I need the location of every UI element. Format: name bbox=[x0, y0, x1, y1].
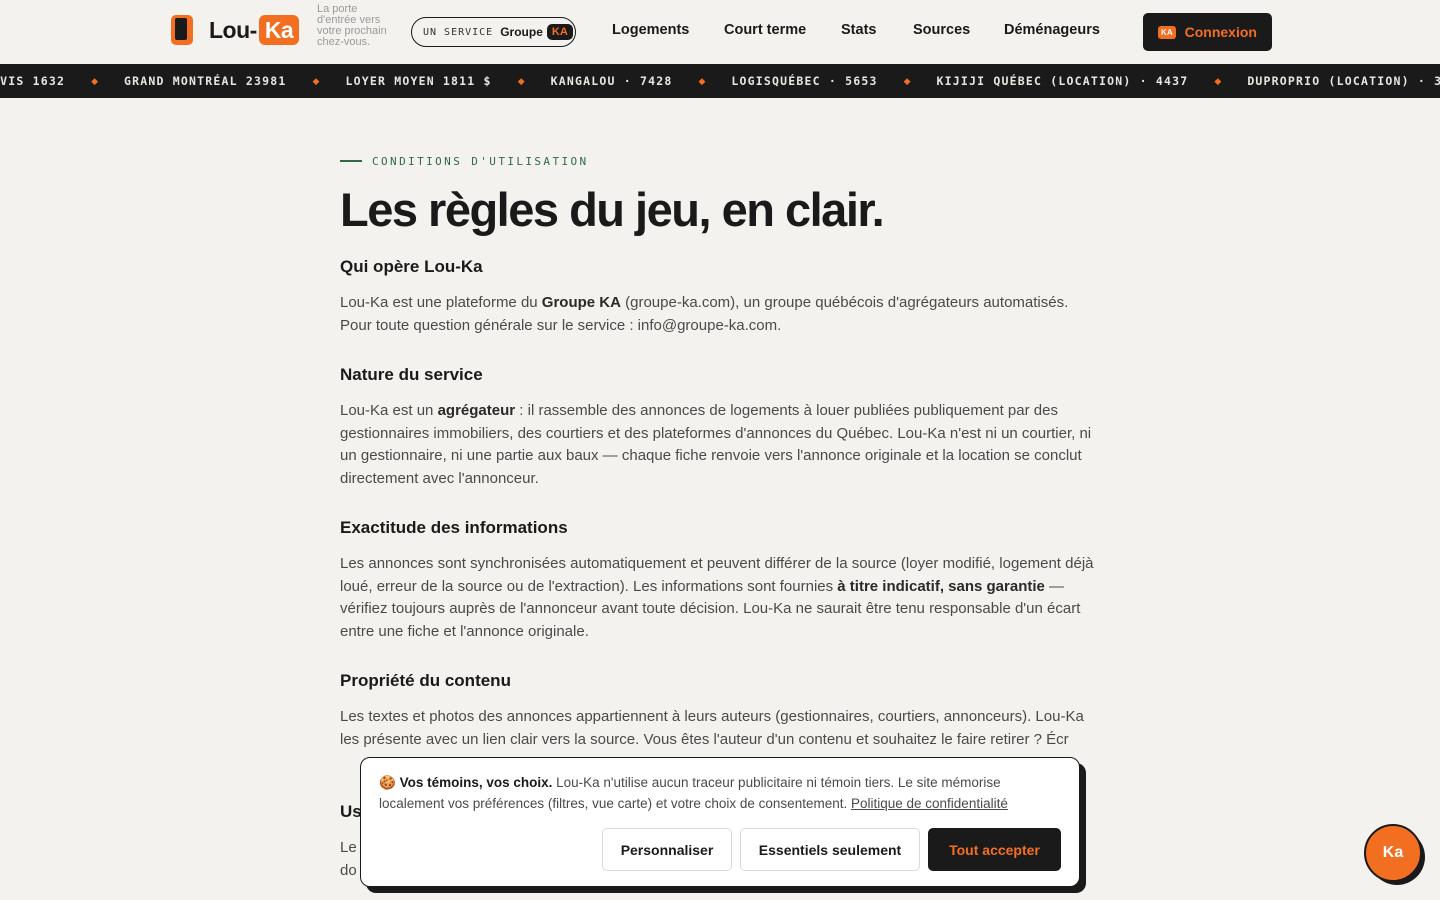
service-label: UN SERVICE bbox=[423, 26, 494, 38]
section-paragraph: Les annonces sont synchronisées automati… bbox=[340, 553, 1100, 643]
top-header: Lou- Ka La porte d'entrée vers votre pro… bbox=[0, 0, 1440, 64]
nav-logements[interactable]: Logements bbox=[612, 22, 689, 38]
brand-prefix: Lou- bbox=[209, 16, 257, 43]
diamond-icon: ◆ bbox=[1214, 75, 1222, 86]
nav-stats[interactable]: Stats bbox=[841, 22, 876, 38]
page-title: Les règles du jeu, en clair. bbox=[340, 183, 885, 236]
nav-sources[interactable]: Sources bbox=[913, 22, 970, 38]
ticker-item: GRAND MONTRÉAL 23981 bbox=[124, 74, 287, 88]
nav-demenageurs[interactable]: Déménageurs bbox=[1004, 22, 1100, 38]
text: Lou-Ka est une plateforme du bbox=[340, 294, 542, 311]
section-accuracy: Exactitude des informations Les annonces… bbox=[340, 518, 1100, 643]
stats-ticker: ÉVIS 1632 ◆ GRAND MONTRÉAL 23981 ◆ LOYER… bbox=[0, 64, 1440, 98]
eyebrow-line bbox=[340, 160, 362, 162]
ticker-item: KANGALOU · 7428 bbox=[550, 74, 673, 88]
diamond-icon: ◆ bbox=[312, 75, 320, 86]
eyebrow: CONDITIONS D'UTILISATION bbox=[340, 150, 1100, 172]
section-content-ownership: Propriété du contenu Les textes et photo… bbox=[340, 671, 1100, 751]
phone-logo-icon bbox=[171, 15, 193, 45]
section-heading: Propriété du contenu bbox=[340, 671, 511, 690]
groupe-ka-service-pill[interactable]: UN SERVICE Groupe KA bbox=[411, 17, 576, 47]
cookie-title: Vos témoins, vos choix. bbox=[399, 775, 553, 790]
section-nature: Nature du service Lou-Ka est un agrégate… bbox=[340, 365, 1100, 490]
login-badge: KA bbox=[1158, 25, 1176, 39]
login-label: Connexion bbox=[1184, 24, 1257, 40]
ticker-item: DUPROPRIO (LOCATION) · 3592 bbox=[1247, 74, 1440, 88]
terms-content: CONDITIONS D'UTILISATION Les règles du j… bbox=[340, 150, 1100, 238]
email-link[interactable]: info@groupe-ka.com bbox=[638, 317, 777, 334]
cookie-text: 🍪 Vos témoins, vos choix. Lou-Ka n'utili… bbox=[379, 773, 1069, 814]
ticker-item: KIJIJI QUÉBEC (LOCATION) · 4437 bbox=[936, 74, 1189, 88]
bold-text: à titre indicatif, sans garantie bbox=[837, 577, 1045, 595]
diamond-icon: ◆ bbox=[517, 75, 525, 86]
bold-text: Groupe KA bbox=[541, 294, 621, 311]
cookie-banner: 🍪 Vos témoins, vos choix. Lou-Ka n'utili… bbox=[360, 757, 1080, 887]
service-group: Groupe bbox=[500, 25, 543, 39]
login-button[interactable]: KA Connexion bbox=[1143, 13, 1272, 51]
text: . bbox=[777, 316, 782, 334]
ticker-item: ÉVIS 1632 bbox=[0, 74, 66, 88]
essentials-only-button[interactable]: Essentiels seulement bbox=[740, 828, 920, 871]
text: Lou-Ka est un bbox=[340, 402, 438, 419]
section-heading: Nature du service bbox=[340, 365, 483, 384]
ticker-item: LOYER MOYEN 1811 $ bbox=[345, 74, 492, 88]
ticker-track: ÉVIS 1632 ◆ GRAND MONTRÉAL 23981 ◆ LOYER… bbox=[0, 74, 1440, 88]
brand-suffix: Ka bbox=[258, 15, 300, 45]
brand-logo[interactable]: Lou- Ka bbox=[171, 15, 300, 45]
section-paragraph: Lou-Ka est un agrégateur : il rassemble … bbox=[340, 400, 1100, 490]
customize-button[interactable]: Personnaliser bbox=[602, 828, 732, 871]
diamond-icon: ◆ bbox=[91, 75, 99, 86]
section-paragraph: Lou-Ka est une plateforme du Groupe KA (… bbox=[340, 292, 1100, 337]
assistant-fab-button[interactable]: Ka bbox=[1364, 824, 1422, 882]
ticker-item: LOGISQUÉBEC · 5653 bbox=[731, 74, 878, 88]
section-operator: Qui opère Lou-Ka Lou-Ka est une platefor… bbox=[340, 257, 1100, 337]
bold-text: agrégateur bbox=[437, 402, 516, 419]
diamond-icon: ◆ bbox=[698, 75, 706, 86]
eyebrow-text: CONDITIONS D'UTILISATION bbox=[372, 154, 589, 168]
privacy-policy-link[interactable]: Politique de confidentialité bbox=[851, 796, 1008, 811]
section-heading: Exactitude des informations bbox=[340, 518, 568, 537]
section-paragraph: Les textes et photos des annonces appart… bbox=[340, 708, 1084, 748]
tagline: La porte d'entrée vers votre prochain ch… bbox=[317, 3, 387, 48]
section-heading: Qui opère Lou-Ka bbox=[340, 257, 483, 276]
service-badge: KA bbox=[546, 24, 573, 40]
brand-name: Lou- Ka bbox=[209, 15, 300, 45]
accept-all-button[interactable]: Tout accepter bbox=[928, 828, 1061, 871]
nav-court-terme[interactable]: Court terme bbox=[724, 22, 806, 38]
cookie-icon: 🍪 bbox=[379, 775, 396, 790]
diamond-icon: ◆ bbox=[903, 75, 911, 86]
